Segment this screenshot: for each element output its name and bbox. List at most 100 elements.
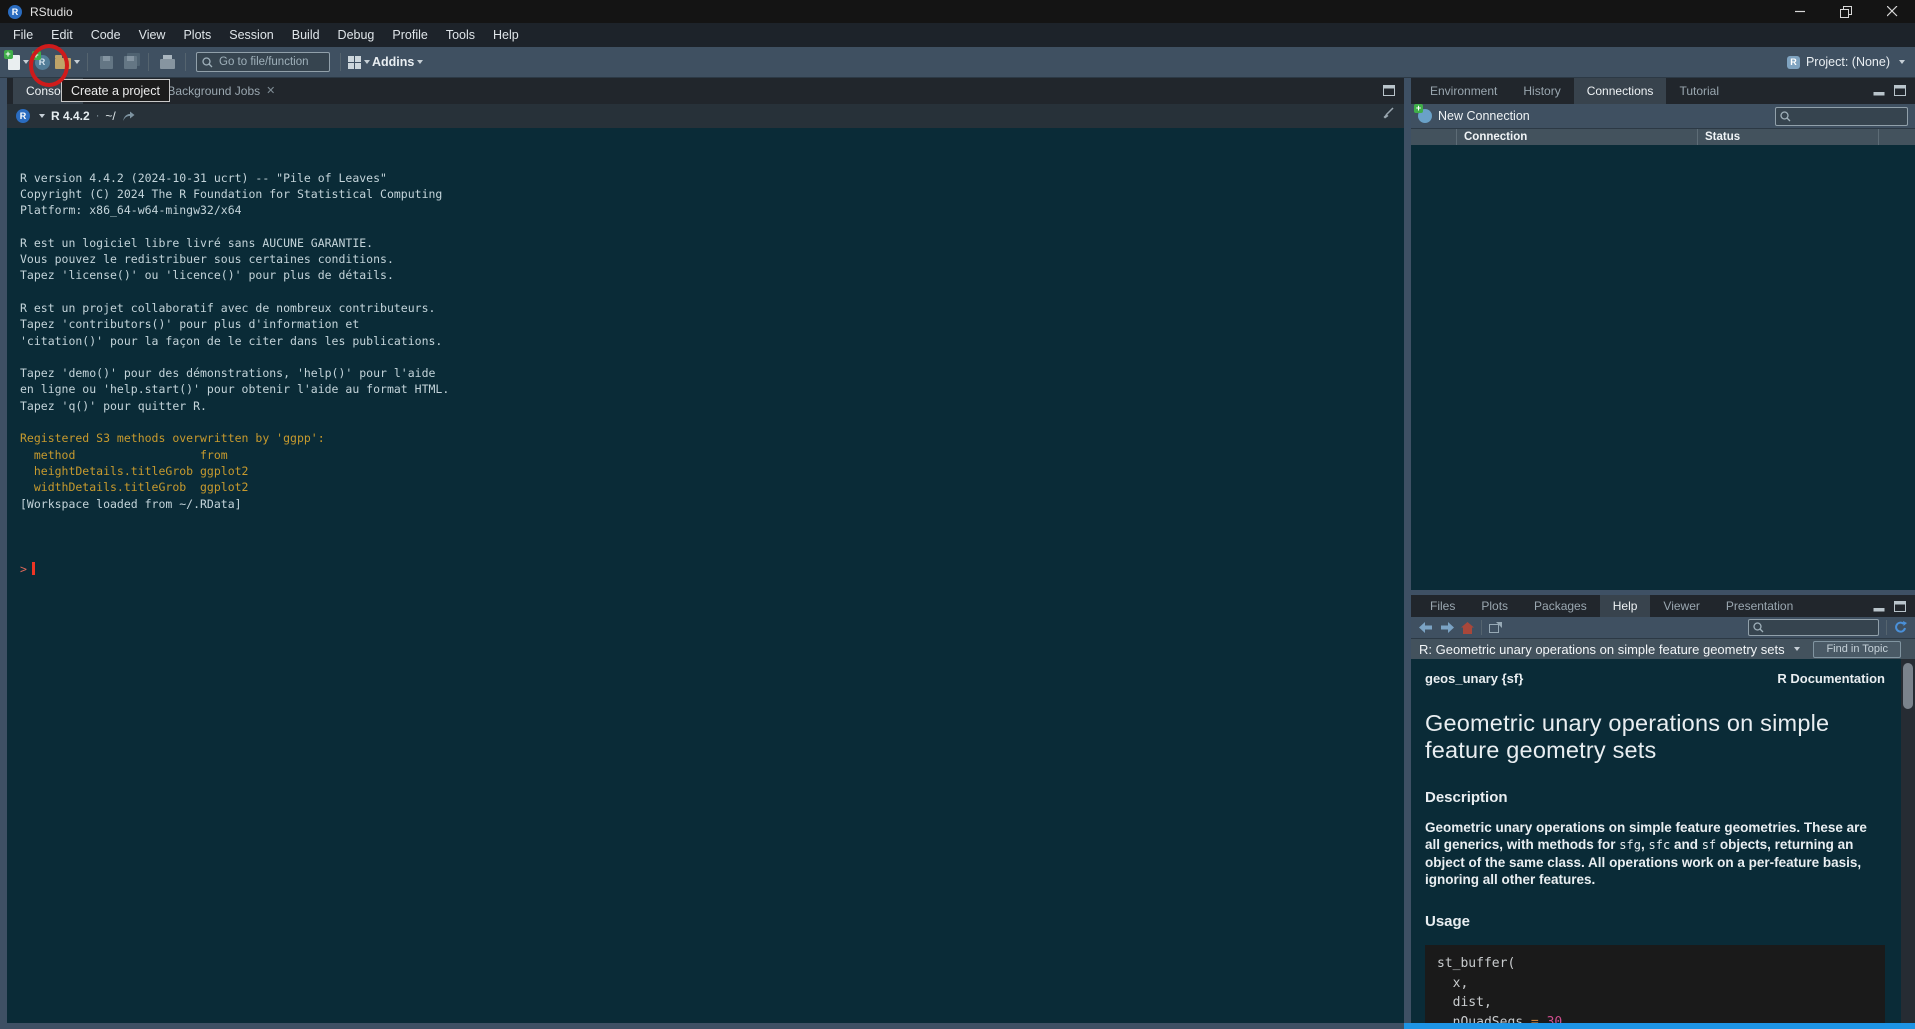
top-right-tab-bar: EnvironmentHistoryConnectionsTutorial (1411, 77, 1915, 104)
panes-grid-icon (348, 56, 361, 69)
chevron-down-icon[interactable] (1794, 647, 1800, 651)
console-line: 'citation()' pour la façon de le citer d… (20, 333, 1404, 349)
open-file-button[interactable] (55, 50, 80, 74)
open-in-new-window-icon[interactable] (1489, 622, 1502, 633)
console-lines: R version 4.4.2 (2024-10-31 ucrt) -- "Pi… (20, 170, 1404, 529)
save-all-button[interactable] (119, 50, 141, 74)
console-header: R R 4.4.2 · ~/ (7, 104, 1404, 128)
doc-package-label: geos_unary {sf} (1425, 671, 1523, 686)
project-label: Project: (None) (1806, 55, 1890, 69)
addins-button[interactable]: Addins (372, 50, 423, 74)
help-topic-bar: R: Geometric unary operations on simple … (1411, 639, 1915, 659)
menu-item-tools[interactable]: Tools (437, 25, 484, 45)
close-icon[interactable]: ✕ (266, 84, 275, 97)
menu-item-build[interactable]: Build (283, 25, 329, 45)
menu-item-edit[interactable]: Edit (42, 25, 82, 45)
menu-item-debug[interactable]: Debug (329, 25, 384, 45)
find-in-topic-button[interactable]: Find in Topic (1813, 641, 1901, 658)
tab-plots[interactable]: Plots (1468, 595, 1521, 617)
close-button[interactable] (1869, 0, 1915, 23)
save-button[interactable] (95, 50, 117, 74)
search-icon (202, 57, 213, 68)
code-line: x, (1437, 974, 1873, 994)
scrollbar-thumb[interactable] (1903, 663, 1913, 709)
tab-viewer[interactable]: Viewer (1650, 595, 1712, 617)
console-prompt-line[interactable]: > (20, 561, 1404, 577)
console-line: R est un projet collaboratif avec de nom… (20, 300, 1404, 316)
print-button[interactable] (156, 50, 178, 74)
maximize-pane-icon[interactable] (1894, 601, 1906, 612)
menu-item-code[interactable]: Code (82, 25, 130, 45)
focused-pane-edge (1404, 1023, 1915, 1029)
search-icon (1753, 622, 1764, 633)
tab-presentation[interactable]: Presentation (1713, 595, 1806, 617)
menu-item-session[interactable]: Session (220, 25, 282, 45)
tab-label: Background Jobs (167, 84, 260, 98)
connections-search[interactable] (1775, 107, 1908, 126)
toolbar-separator (340, 53, 341, 71)
tab-connections[interactable]: Connections (1574, 77, 1667, 104)
menu-item-file[interactable]: File (4, 25, 42, 45)
tab-history[interactable]: History (1510, 77, 1573, 104)
project-menu-button[interactable]: R Project: (None) (1787, 55, 1905, 69)
clear-console-icon[interactable] (1382, 107, 1395, 120)
share-arrow-icon[interactable] (122, 111, 135, 122)
console-line (20, 512, 1404, 528)
home-icon[interactable] (1461, 622, 1474, 634)
console-output[interactable]: R version 4.4.2 (2024-10-31 ucrt) -- "Pi… (7, 128, 1404, 1023)
back-icon[interactable] (1419, 622, 1433, 633)
console-pane: Console Terminal Background Jobs✕ R R 4.… (7, 77, 1404, 1023)
console-line (20, 218, 1404, 234)
menu-item-plots[interactable]: Plots (174, 25, 220, 45)
create-project-button[interactable]: R (31, 50, 53, 74)
forward-icon[interactable] (1440, 622, 1454, 633)
search-icon (1780, 111, 1791, 122)
workspace-panes-button[interactable] (348, 50, 370, 74)
code-line: st_buffer( (1437, 954, 1873, 974)
tab-background-jobs[interactable]: Background Jobs ✕ (154, 77, 288, 104)
header-cell-empty (1411, 129, 1457, 145)
refresh-icon[interactable] (1894, 621, 1907, 634)
console-line: Copyright (C) 2024 The R Foundation for … (20, 186, 1404, 202)
help-pane: FilesPlotsPackagesHelpViewerPresentation (1411, 595, 1915, 1023)
connections-search-input[interactable] (1795, 109, 1903, 123)
header-cell-connection: Connection (1457, 129, 1698, 145)
tab-environment[interactable]: Environment (1417, 77, 1510, 104)
console-line: R version 4.4.2 (2024-10-31 ucrt) -- "Pi… (20, 170, 1404, 186)
create-project-icon: R (35, 55, 50, 70)
toolbar-separator (185, 53, 186, 71)
save-icon (100, 56, 113, 69)
new-connection-button[interactable]: New Connection (1438, 109, 1530, 123)
tab-tutorial[interactable]: Tutorial (1666, 77, 1732, 104)
description-text: and (1670, 837, 1702, 852)
help-search[interactable] (1748, 619, 1879, 636)
chevron-down-icon (417, 60, 423, 64)
minimize-pane-icon[interactable] (1873, 85, 1885, 96)
new-file-button[interactable] (7, 50, 29, 74)
console-prompt: > (20, 562, 27, 576)
help-document: geos_unary {sf} R Documentation Geometri… (1411, 659, 1901, 1023)
bottom-right-tab-bar: FilesPlotsPackagesHelpViewerPresentation (1411, 595, 1915, 617)
menu-item-view[interactable]: View (130, 25, 175, 45)
description-text: , (1641, 837, 1649, 852)
r-version-icon[interactable]: R (16, 109, 30, 123)
goto-file-input[interactable] (217, 55, 324, 69)
help-search-input[interactable] (1767, 621, 1874, 635)
toolbar-separator (87, 53, 88, 71)
inline-code: sf (1702, 838, 1716, 852)
menu-item-help[interactable]: Help (484, 25, 528, 45)
minimize-pane-icon[interactable] (1873, 601, 1885, 612)
tab-packages[interactable]: Packages (1521, 595, 1600, 617)
help-scrollbar[interactable] (1901, 659, 1915, 1023)
minimize-button[interactable] (1777, 0, 1823, 23)
maximize-button[interactable] (1823, 0, 1869, 23)
tab-files[interactable]: Files (1417, 595, 1468, 617)
tab-help[interactable]: Help (1600, 595, 1651, 617)
usage-code-block: st_buffer( x, dist, nQuadSegs = 30, endC… (1425, 945, 1885, 1023)
menu-item-profile[interactable]: Profile (383, 25, 436, 45)
usage-heading: Usage (1425, 913, 1885, 930)
maximize-pane-icon[interactable] (1894, 85, 1906, 96)
rstudio-logo-icon: R (8, 5, 22, 19)
goto-file-search[interactable] (196, 52, 330, 72)
maximize-pane-icon[interactable] (1383, 85, 1395, 96)
